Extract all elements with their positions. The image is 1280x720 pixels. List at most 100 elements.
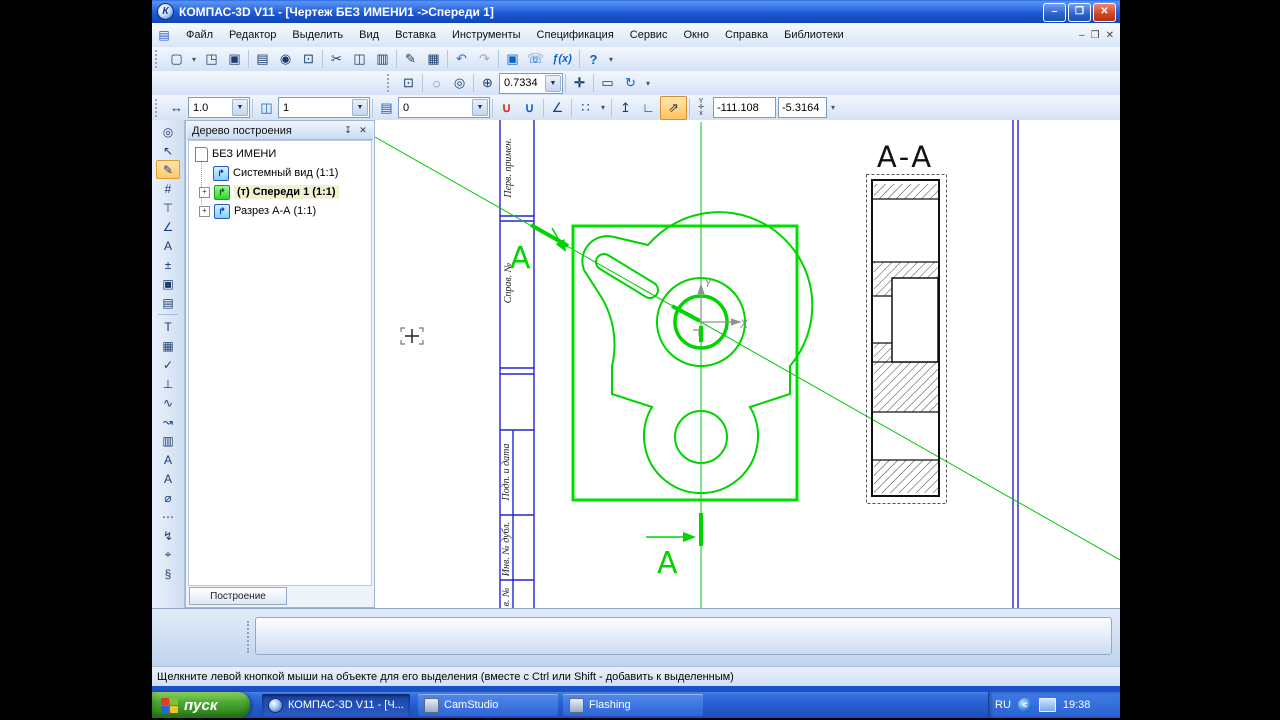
library-manager-button[interactable]: ☏	[524, 49, 547, 70]
view-toolbar-drag-handle[interactable]	[387, 74, 393, 92]
raster-icon[interactable]: ▣	[156, 274, 180, 293]
snap-grid-icon[interactable]: #	[156, 179, 180, 198]
table-icon[interactable]: ▦	[156, 336, 180, 355]
fx-variables-button[interactable]: ƒ(x)	[547, 49, 577, 70]
specification-button[interactable]: ▦	[422, 49, 445, 70]
tree-item-front-view[interactable]: + ↱ (т) Спереди 1 (1:1)	[199, 184, 339, 200]
close-icon[interactable]: ✕	[356, 124, 370, 137]
plate-icon[interactable]: ⊥	[156, 374, 180, 393]
toolbar-overflow-arrow[interactable]: ▾	[605, 49, 617, 70]
menu-file[interactable]: Файл	[178, 24, 221, 46]
tree-item-section-view[interactable]: + ↱ Разрез А-А (1:1)	[199, 203, 316, 219]
spring-icon[interactable]: §	[156, 564, 180, 583]
current-step-combo[interactable]: 1 ▼	[278, 97, 370, 118]
current-scale-combo[interactable]: 1.0 ▼	[188, 97, 250, 118]
menu-view[interactable]: Вид	[351, 24, 387, 46]
geometry-icon[interactable]: ◎	[156, 122, 180, 141]
zoom-scale-combo[interactable]: 0.7334 ▼	[499, 73, 563, 94]
chevron-down-icon[interactable]: ▼	[545, 75, 561, 92]
print-preview-button[interactable]: ◉	[274, 49, 297, 70]
start-button[interactable]: пуск	[152, 692, 250, 718]
menu-tools[interactable]: Инструменты	[444, 24, 529, 46]
property-bar-drag-handle[interactable]	[247, 621, 249, 653]
text-down-icon[interactable]: A	[156, 450, 180, 469]
variables-button[interactable]: ▣	[501, 49, 524, 70]
spellcheck-icon[interactable]: ✓	[156, 355, 180, 374]
kompas-tray-icon[interactable]: <	[1018, 698, 1032, 712]
angle-snap-button[interactable]: ∠	[546, 97, 569, 118]
open-button[interactable]: ◳	[200, 49, 223, 70]
child-restore-button[interactable]: ❐	[1091, 30, 1100, 41]
show-document-button[interactable]: ▭	[596, 73, 619, 94]
text-right-icon[interactable]: A	[156, 469, 180, 488]
minimize-button[interactable]: –	[1043, 3, 1066, 22]
current-layer-combo[interactable]: 0 ▼	[398, 97, 490, 118]
tree-root-item[interactable]: БЕЗ ИМЕНИ	[195, 146, 276, 162]
selection-icon[interactable]: ↖	[156, 141, 180, 160]
target-icon[interactable]: ⌖	[156, 545, 180, 564]
close-button[interactable]: ✕	[1093, 3, 1116, 22]
part-outline[interactable]	[582, 212, 812, 493]
measure-icon[interactable]: A	[156, 236, 180, 255]
constraints-icon[interactable]: ∠	[156, 217, 180, 236]
state-toolbar-overflow-arrow[interactable]: ▾	[827, 97, 839, 118]
tools-icon[interactable]: ⊤	[156, 198, 180, 217]
expander-plus-icon[interactable]: +	[199, 187, 210, 198]
taskbar-task-flashing[interactable]: Flashing	[563, 694, 703, 716]
menu-service[interactable]: Сервис	[622, 24, 676, 46]
quick-lines-icon[interactable]: ↯	[156, 526, 180, 545]
restore-button[interactable]: ❐	[1068, 3, 1091, 22]
save-button[interactable]: ▣	[223, 49, 246, 70]
refresh-view-button[interactable]: ↻	[619, 73, 642, 94]
forbid-snap-button[interactable]: ∪	[518, 97, 541, 118]
undo-button[interactable]: ↶	[450, 49, 473, 70]
chevron-down-icon[interactable]: ▼	[472, 99, 488, 116]
grid-button[interactable]: ∷	[574, 97, 597, 118]
pin-icon[interactable]: ↧	[341, 124, 355, 137]
new-dropdown-arrow[interactable]: ▾	[188, 49, 200, 70]
document-icon[interactable]: ▤	[156, 293, 180, 312]
new-button[interactable]: ▢	[165, 49, 188, 70]
text-icon[interactable]: Т	[156, 317, 180, 336]
section-line-a-a[interactable]	[375, 137, 1120, 560]
child-close-button[interactable]: ✕	[1106, 30, 1114, 41]
tree-item-system-view[interactable]: ↱ Системный вид (1:1)	[213, 165, 338, 181]
child-minimize-button[interactable]: –	[1079, 30, 1085, 41]
toolbar-drag-handle[interactable]	[155, 50, 161, 68]
drawing-canvas[interactable]: Перв. примен. Справ. № Подп. и дата Инв.…	[375, 120, 1120, 608]
diameter-icon[interactable]: ⌀	[156, 488, 180, 507]
print-button[interactable]: ▤	[251, 49, 274, 70]
view-toolbar-overflow-arrow[interactable]: ▾	[642, 73, 654, 94]
property-bar-field[interactable]	[255, 617, 1112, 655]
menu-specification[interactable]: Спецификация	[529, 24, 622, 46]
menu-editor[interactable]: Редактор	[221, 24, 284, 46]
expander-plus-icon[interactable]: +	[199, 206, 210, 217]
display-tray-icon[interactable]	[1039, 698, 1056, 712]
taskbar-task-camstudio[interactable]: CamStudio	[418, 694, 558, 716]
menu-help[interactable]: Справка	[717, 24, 776, 46]
ortho-drawing-button[interactable]: ⇗	[660, 96, 687, 120]
grid-dropdown-arrow[interactable]: ▾	[597, 97, 609, 118]
menu-insert[interactable]: Вставка	[387, 24, 444, 46]
cursor-y-field[interactable]: -111.108	[713, 97, 776, 118]
tab-construction[interactable]: Построение	[189, 587, 287, 605]
chevron-down-icon[interactable]: ▼	[352, 99, 368, 116]
redo-button[interactable]: ↷	[473, 49, 496, 70]
polyline-icon[interactable]: ∿	[156, 393, 180, 412]
section-view-a-a[interactable]: А-А	[867, 140, 947, 504]
state-toolbar-drag-handle[interactable]	[155, 99, 161, 117]
tolerance-icon[interactable]: ±	[156, 255, 180, 274]
language-indicator[interactable]: RU	[995, 699, 1011, 711]
context-help-button[interactable]: ?	[582, 49, 605, 70]
menu-window[interactable]: Окно	[675, 24, 717, 46]
zoom-in-out-button[interactable]: ◎	[448, 73, 471, 94]
zoom-area-button[interactable]: ⊡	[397, 73, 420, 94]
paste-button[interactable]: ▥	[371, 49, 394, 70]
chevron-down-icon[interactable]: ▼	[232, 99, 248, 116]
menu-select[interactable]: Выделить	[284, 24, 351, 46]
spline-icon[interactable]: ↝	[156, 412, 180, 431]
copy-properties-button[interactable]: ✎	[399, 49, 422, 70]
clock[interactable]: 19:38	[1063, 699, 1091, 711]
pan-button[interactable]: ✛	[568, 73, 591, 94]
local-csys-button[interactable]: ↥	[614, 97, 637, 118]
